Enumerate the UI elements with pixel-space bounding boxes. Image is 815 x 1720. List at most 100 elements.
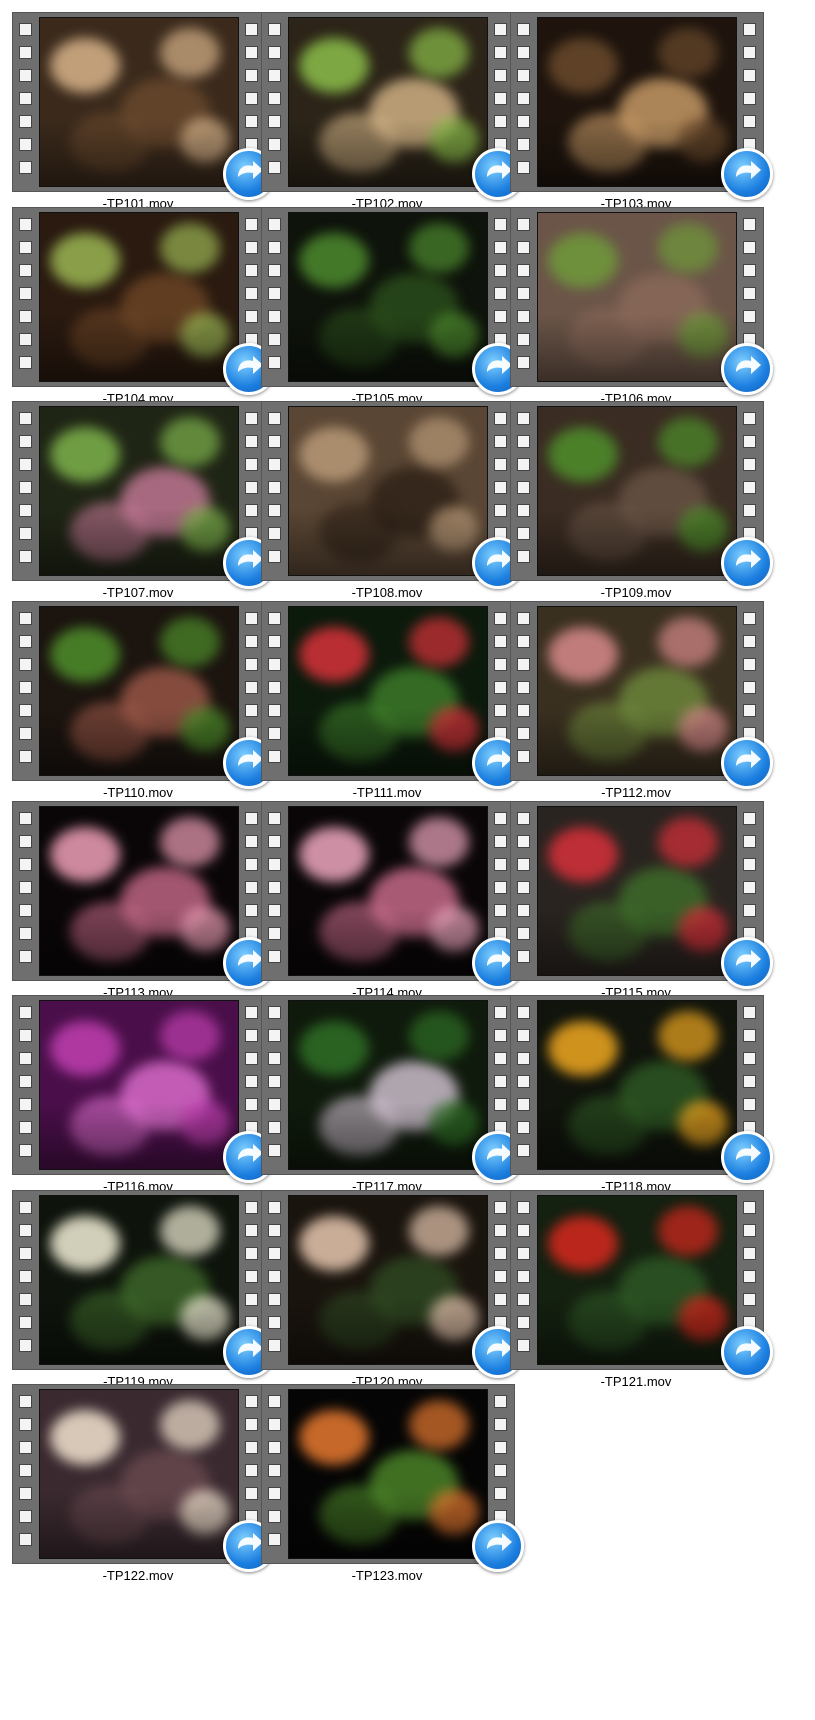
sprocket-hole (517, 138, 530, 151)
video-file-item[interactable]: -TP119.mov (0, 1178, 275, 1389)
sprocket-hole (517, 727, 530, 740)
sprocket-hole (19, 881, 32, 894)
video-file-item[interactable]: -TP113.mov (0, 789, 275, 1000)
sprocket-hole (19, 858, 32, 871)
thumbnail-shade (40, 1490, 238, 1558)
video-file-item[interactable]: -TP118.mov (498, 983, 773, 1194)
thumbnail-content (160, 417, 220, 467)
sprocket-hole (19, 950, 32, 963)
thumbnail-shade (289, 507, 487, 575)
video-file-item[interactable]: -TP103.mov (498, 0, 773, 211)
thumbnail-shade (40, 507, 238, 575)
film-strip-left (262, 602, 288, 780)
media-player-icon (721, 1131, 773, 1183)
sprocket-hole (517, 1144, 530, 1157)
video-preview-frame (537, 406, 737, 576)
thumbnail-content (50, 1410, 120, 1465)
sprocket-hole (517, 858, 530, 871)
sprocket-hole (19, 161, 32, 174)
sprocket-hole (268, 458, 281, 471)
sprocket-hole (19, 612, 32, 625)
video-file-item[interactable]: -TP123.mov (249, 1372, 524, 1583)
video-file-item[interactable]: -TP112.mov (498, 589, 773, 800)
sprocket-hole (517, 504, 530, 517)
thumbnail-shade (289, 907, 487, 975)
video-file-item[interactable]: -TP101.mov (0, 0, 275, 211)
video-file-item[interactable]: -TP105.mov (249, 195, 524, 406)
video-file-item[interactable]: -TP108.mov (249, 389, 524, 600)
sprocket-hole (517, 750, 530, 763)
film-strip-left (13, 1191, 39, 1369)
sprocket-hole (268, 1224, 281, 1237)
thumbnail-content (50, 827, 120, 882)
sprocket-hole (19, 46, 32, 59)
thumbnail-shade (538, 1101, 736, 1169)
film-strip-left (262, 402, 288, 580)
sprocket-hole (19, 1533, 32, 1546)
sprocket-hole (268, 927, 281, 940)
sprocket-hole (743, 115, 756, 128)
sprocket-hole (268, 310, 281, 323)
sprocket-hole (743, 812, 756, 825)
sprocket-hole (268, 504, 281, 517)
thumbnail-content (50, 1216, 120, 1271)
sprocket-hole (19, 704, 32, 717)
video-file-item[interactable]: -TP115.mov (498, 789, 773, 1000)
sprocket-hole (268, 1052, 281, 1065)
video-file-item[interactable]: -TP102.mov (249, 0, 524, 211)
video-preview-frame (288, 17, 488, 187)
video-file-item[interactable]: -TP107.mov (0, 389, 275, 600)
sprocket-hole (19, 1510, 32, 1523)
thumbnail-content (658, 417, 718, 467)
video-file-item[interactable]: -TP111.mov (249, 589, 524, 800)
sprocket-hole (19, 927, 32, 940)
sprocket-hole (19, 527, 32, 540)
sprocket-hole (517, 46, 530, 59)
video-preview-frame (39, 1195, 239, 1365)
sprocket-hole (19, 241, 32, 254)
video-file-item[interactable]: -TP116.mov (0, 983, 275, 1194)
video-file-item[interactable]: -TP106.mov (498, 195, 773, 406)
video-file-item[interactable]: -TP110.mov (0, 589, 275, 800)
sprocket-hole (517, 658, 530, 671)
sprocket-hole (517, 1098, 530, 1111)
sprocket-hole (494, 1464, 507, 1477)
media-player-icon (721, 937, 773, 989)
film-strip-left (511, 996, 537, 1174)
sprocket-hole (268, 612, 281, 625)
sprocket-hole (517, 881, 530, 894)
video-file-item[interactable]: -TP117.mov (249, 983, 524, 1194)
sprocket-hole (19, 138, 32, 151)
sprocket-hole (517, 1247, 530, 1260)
sprocket-hole (743, 1224, 756, 1237)
sprocket-hole (268, 727, 281, 740)
sprocket-hole (268, 481, 281, 494)
sprocket-hole (268, 881, 281, 894)
video-file-item[interactable]: -TP120.mov (249, 1178, 524, 1389)
thumbnail-shade (40, 1101, 238, 1169)
video-file-item[interactable]: -TP122.mov (0, 1372, 275, 1583)
video-file-item[interactable]: -TP121.mov (498, 1178, 773, 1389)
sprocket-hole (268, 704, 281, 717)
thumbnail-content (658, 1206, 718, 1256)
sprocket-hole (268, 858, 281, 871)
thumbnail-content (548, 427, 618, 482)
sprocket-hole (517, 1121, 530, 1134)
sprocket-hole (19, 812, 32, 825)
sprocket-hole (268, 115, 281, 128)
sprocket-hole (268, 1201, 281, 1214)
video-file-item[interactable]: -TP109.mov (498, 389, 773, 600)
sprocket-hole (494, 1441, 507, 1454)
thumbnail-content (548, 38, 618, 93)
sprocket-hole (19, 92, 32, 105)
sprocket-hole (268, 46, 281, 59)
sprocket-hole (517, 927, 530, 940)
video-file-item[interactable]: -TP114.mov (249, 789, 524, 1000)
sprocket-hole (19, 1006, 32, 1019)
video-preview-frame (537, 606, 737, 776)
video-preview-frame (537, 212, 737, 382)
sprocket-hole (19, 218, 32, 231)
sprocket-hole (517, 310, 530, 323)
sprocket-hole (19, 550, 32, 563)
video-file-item[interactable]: -TP104.mov (0, 195, 275, 406)
